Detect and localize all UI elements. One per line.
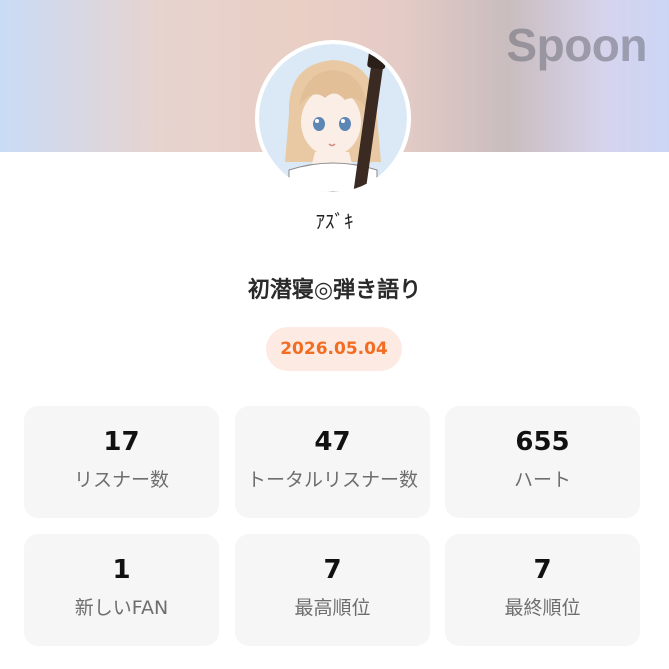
live-report-card: Spoon ｱｽﾞｷ 初潜寝◎弾き語り 2026.05.04 17 リスナー数 … xyxy=(0,0,669,669)
username: ｱｽﾞｷ xyxy=(315,211,354,233)
stat-value: 1 xyxy=(112,555,131,585)
stat-value: 47 xyxy=(314,427,351,457)
stat-label: 新しいFAN xyxy=(74,597,169,619)
stat-card-best-rank: 7 最高順位 xyxy=(235,534,430,646)
live-date-badge: 2026.05.04 xyxy=(266,327,402,371)
stat-card-total-listeners: 47 トータルリスナー数 xyxy=(235,406,430,518)
stat-label: ハート xyxy=(513,469,571,491)
stat-label: 最終順位 xyxy=(504,597,581,619)
stat-card-listeners: 17 リスナー数 xyxy=(24,406,219,518)
stat-value: 655 xyxy=(515,427,570,457)
stat-value: 17 xyxy=(103,427,140,457)
stat-label: トータルリスナー数 xyxy=(246,469,418,491)
stat-label: 最高順位 xyxy=(294,597,371,619)
stat-card-new-fans: 1 新しいFAN xyxy=(24,534,219,646)
avatar[interactable] xyxy=(255,40,411,196)
stat-label: リスナー数 xyxy=(73,469,169,491)
stat-card-final-rank: 7 最終順位 xyxy=(445,534,640,646)
stat-value: 7 xyxy=(323,555,342,585)
stat-value: 7 xyxy=(533,555,552,585)
avatar-illustration-icon xyxy=(259,44,407,192)
stat-card-hearts: 655 ハート xyxy=(445,406,640,518)
live-title: 初潜寝◎弾き語り xyxy=(247,278,422,303)
spoon-logo: Spoon xyxy=(506,19,647,71)
